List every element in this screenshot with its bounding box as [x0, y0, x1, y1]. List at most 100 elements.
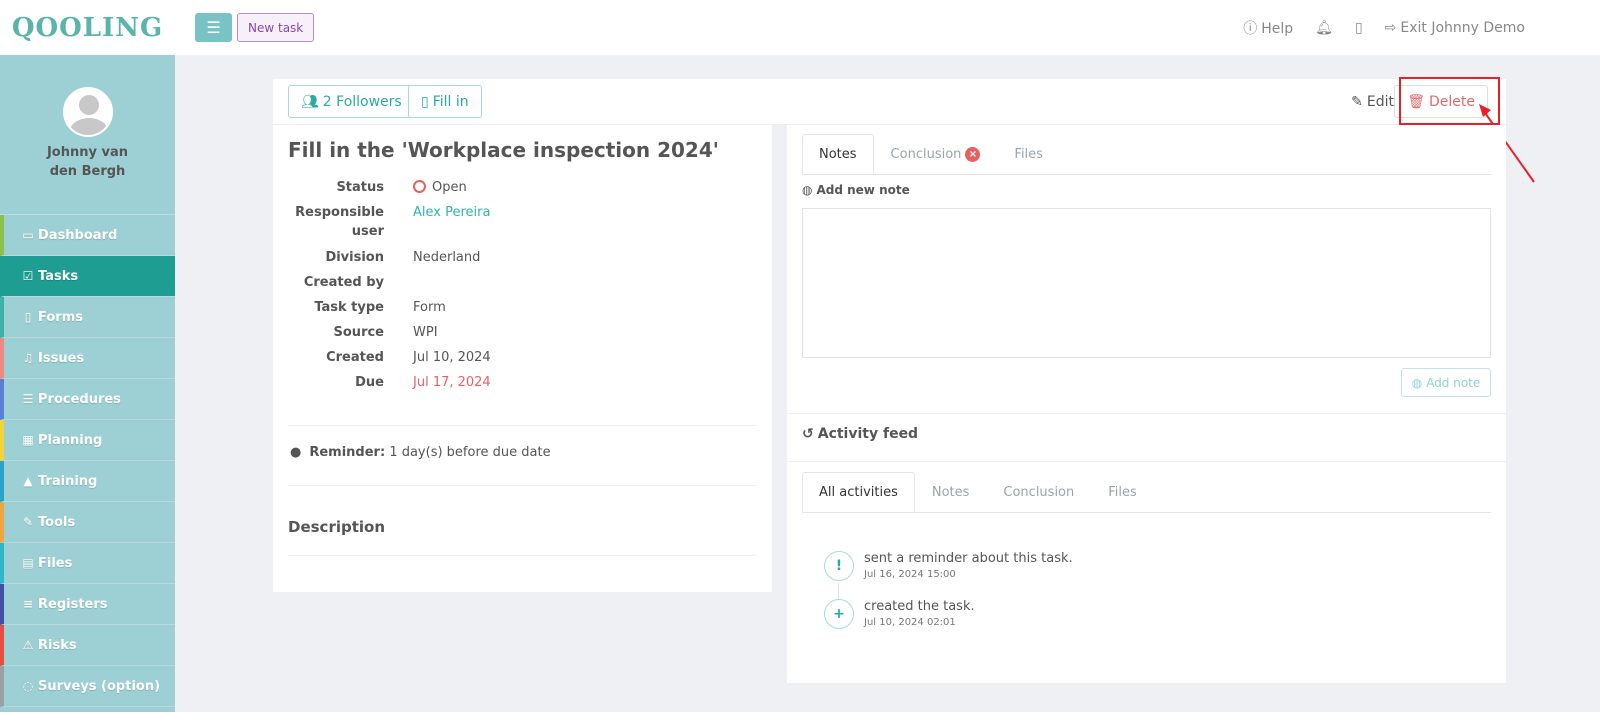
comment-icon: ◌: [22, 679, 34, 693]
tab-activity-conclusion[interactable]: Conclusion: [986, 472, 1091, 512]
sidebar-item-label: Tasks: [38, 268, 79, 284]
logo-area[interactable]: QOOLING: [0, 0, 175, 55]
bell-icon: 🔔︎: [1315, 19, 1333, 36]
fill-in-button[interactable]: ▯ Fill in: [408, 85, 482, 118]
source-value: WPI: [413, 325, 438, 340]
sidebar-item-files[interactable]: ▤ Files: [0, 543, 175, 584]
add-note-button[interactable]: ◍ Add note: [1401, 368, 1491, 397]
sidebar-item-label: Registers: [38, 596, 108, 612]
sign-out-icon: ⇨: [1384, 19, 1397, 36]
division-value: Nederland: [413, 250, 481, 265]
source-label: Source: [333, 325, 384, 340]
edit-button[interactable]: ✎ Edit: [1351, 85, 1394, 118]
notes-tabs: Notes Conclusion × Files: [802, 134, 1491, 175]
tab-label: All activities: [819, 485, 898, 500]
tab-notes[interactable]: Notes: [802, 134, 874, 174]
menu-toggle-button[interactable]: ☰: [195, 13, 232, 42]
topbar: ☰ New task ⓘ Help 🔔︎ ▯ ⇨ Exit Johnny Demo: [175, 0, 1600, 55]
graduation-cap-icon: ▲: [23, 474, 33, 488]
tab-label: Files: [1014, 147, 1043, 162]
sidebar-item-tasks[interactable]: ☑ Tasks: [0, 256, 175, 297]
created-by-label: Created by: [303, 275, 384, 290]
help-link[interactable]: ⓘ Help: [1243, 18, 1293, 38]
topbar-actions: ⓘ Help 🔔︎ ▯ ⇨ Exit Johnny Demo: [1243, 0, 1525, 55]
close-circle-icon: ×: [965, 147, 981, 162]
comments-icon: ◍: [1411, 375, 1423, 390]
user-profile: Johnny van den Bergh: [0, 55, 175, 215]
due-value: Jul 17, 2024: [413, 375, 491, 390]
sidebar-item-label: Tools: [38, 514, 76, 530]
sidebar-item-planning[interactable]: ▦ Planning: [0, 420, 175, 461]
status-value: Open: [413, 178, 467, 197]
sidebar-item-issues[interactable]: ♫ Issues: [0, 338, 175, 379]
reminder-info: ● Reminder: 1 day(s) before due date: [290, 445, 551, 460]
responsible-user-link[interactable]: Alex Pereira: [413, 203, 490, 222]
sidebar-item-procedures[interactable]: ☰ Procedures: [0, 379, 175, 420]
sidebar: QOOLING Johnny van den Bergh ▭ Dashboard…: [0, 0, 175, 712]
activity-time: Jul 16, 2024 15:00: [864, 569, 956, 580]
tab-label: Conclusion: [1003, 485, 1075, 500]
app-logo[interactable]: QOOLING: [12, 13, 163, 43]
file-icon: ▯: [421, 93, 429, 110]
activity-text: created the task.: [864, 599, 975, 614]
sidebar-item-registers[interactable]: ≡ Registers: [0, 584, 175, 625]
task-type-value: Form: [413, 300, 446, 315]
note-textarea[interactable]: [802, 208, 1491, 358]
exclamation-icon: !: [824, 551, 854, 581]
users-icon: 👥︎: [301, 93, 319, 110]
sidebar-item-risks[interactable]: ⚠ Risks: [0, 625, 175, 666]
status-label: Status: [336, 180, 384, 195]
avatar[interactable]: [62, 87, 113, 137]
exclamation-circle-icon: ●: [290, 445, 302, 460]
task-title: Fill in the 'Workplace inspection 2024': [288, 138, 719, 162]
notifications-button[interactable]: 🔔︎: [1315, 20, 1333, 36]
task-type-label: Task type: [314, 300, 384, 315]
calendar-icon: ▦: [22, 433, 34, 447]
sidebar-item-label: Risks: [38, 637, 77, 653]
tab-conclusion[interactable]: Conclusion ×: [874, 134, 998, 174]
sidebar-item-label: Training: [38, 473, 98, 489]
tab-label: Conclusion: [890, 147, 962, 162]
due-label: Due: [355, 375, 384, 390]
divider: [288, 555, 756, 556]
followers-button[interactable]: 👥︎ 2 Followers: [288, 85, 415, 118]
mobile-button[interactable]: ▯: [1355, 20, 1363, 36]
user-name: Johnny van den Bergh: [46, 145, 129, 179]
add-new-note-text: Add new note: [816, 183, 910, 197]
tab-activity-files[interactable]: Files: [1091, 472, 1154, 512]
exit-label: Exit Johnny Demo: [1400, 19, 1525, 36]
divider: [787, 461, 1506, 462]
sidebar-item-tools[interactable]: ✎ Tools: [0, 502, 175, 543]
tab-files[interactable]: Files: [997, 134, 1060, 174]
question-circle-icon: ⓘ: [1243, 20, 1258, 37]
sidebar-item-training[interactable]: ▲ Training: [0, 461, 175, 502]
sidebar-item-dashboard[interactable]: ▭ Dashboard: [0, 215, 175, 256]
division-label: Division: [325, 250, 384, 265]
sidebar-item-label: Issues: [38, 350, 85, 366]
wrench-icon: ✎: [22, 515, 34, 529]
activity-text: sent a reminder about this task.: [864, 551, 1073, 566]
followers-label: 2 Followers: [322, 93, 402, 110]
mobile-icon: ▯: [1354, 19, 1363, 36]
reminder-label: Reminder:: [309, 445, 386, 460]
tab-activity-notes[interactable]: Notes: [915, 472, 987, 512]
comments-icon: ◍: [802, 183, 813, 197]
sidebar-item-label: Files: [38, 555, 73, 571]
list-icon: ≡: [22, 597, 34, 611]
exit-impersonation-link[interactable]: ⇨ Exit Johnny Demo: [1385, 20, 1525, 36]
tab-all-activities[interactable]: All activities: [802, 472, 915, 512]
list-icon: ☰: [22, 392, 34, 406]
new-task-button[interactable]: New task: [237, 13, 315, 42]
sidebar-item-label: Planning: [38, 432, 103, 448]
check-square-icon: ☑: [22, 269, 34, 283]
divider: [288, 425, 756, 426]
activity-time: Jul 10, 2024 02:01: [864, 617, 956, 628]
sidebar-item-surveys[interactable]: ◌ Surveys (option): [0, 666, 175, 707]
tab-label: Notes: [931, 485, 970, 500]
sidebar-item-label: Procedures: [38, 391, 121, 407]
responsible-label: Responsible user: [295, 205, 384, 239]
activity-heading-text: Activity feed: [817, 426, 919, 442]
status-text: Open: [432, 180, 467, 195]
edit-label: Edit: [1366, 93, 1394, 110]
sidebar-item-forms[interactable]: ▯ Forms: [0, 297, 175, 338]
